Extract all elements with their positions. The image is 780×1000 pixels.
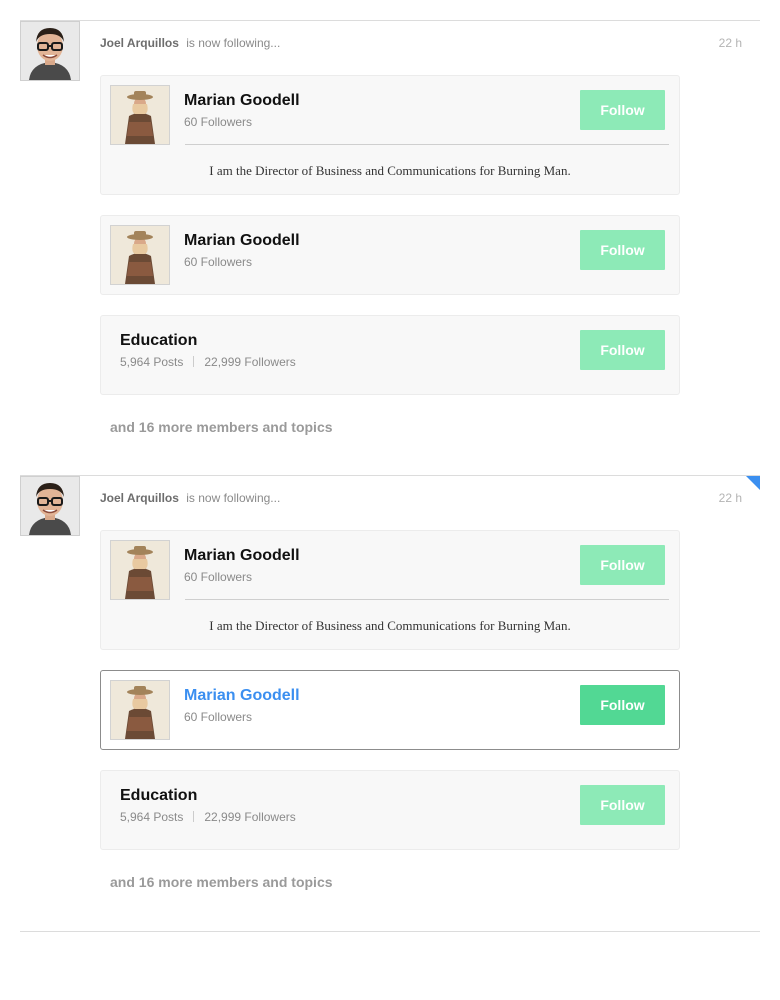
member-card-hovered[interactable]: Marian Goodell 60 Followers Follow: [100, 670, 680, 750]
member-photo-icon[interactable]: [110, 680, 170, 740]
follower-count: 60 Followers: [184, 570, 253, 584]
topic-stats: 5,964 Posts 22,999 Followers: [120, 355, 296, 369]
member-card-with-bio: Marian Goodell 60 Followers Follow I am …: [100, 530, 680, 650]
follow-button[interactable]: Follow: [580, 90, 665, 130]
follower-count: 22,999 Followers: [204, 355, 296, 369]
follow-button[interactable]: Follow: [580, 785, 665, 825]
story-header: Joel Arquillos is now following...: [100, 36, 280, 50]
member-bio: I am the Director of Business and Commun…: [209, 618, 571, 633]
topic-name-link[interactable]: Education: [120, 787, 197, 805]
actor-avatar-icon[interactable]: [20, 21, 80, 81]
follow-button[interactable]: Follow: [580, 230, 665, 270]
member-photo-icon[interactable]: [110, 85, 170, 145]
follow-button[interactable]: Follow: [580, 545, 665, 585]
timestamp: 22 h: [718, 36, 742, 50]
member-photo-icon[interactable]: [110, 540, 170, 600]
story-header: Joel Arquillos is now following...: [100, 491, 280, 505]
topic-card: Education 5,964 Posts 22,999 Followers Fo…: [100, 315, 680, 395]
follow-button[interactable]: Follow: [580, 685, 665, 725]
topic-stats: 5,964 Posts 22,999 Followers: [120, 810, 296, 824]
stats-separator: [193, 811, 195, 822]
member-photo-icon[interactable]: [110, 225, 170, 285]
corner-flag-icon: [746, 476, 760, 490]
card-divider: [185, 144, 669, 145]
follow-button[interactable]: Follow: [580, 330, 665, 370]
feed: Joel Arquillos is now following... 22 h …: [0, 0, 780, 1000]
stats-separator: [193, 356, 195, 367]
member-name-link[interactable]: Marian Goodell: [184, 232, 300, 250]
actor-avatar-icon[interactable]: [20, 476, 80, 536]
action-text: is now following...: [186, 36, 281, 50]
more-members-link[interactable]: and 16 more members and topics: [110, 874, 333, 890]
timestamp: 22 h: [718, 491, 742, 505]
member-bio: I am the Director of Business and Commun…: [209, 163, 571, 178]
card-divider: [185, 599, 669, 600]
more-members-link[interactable]: and 16 more members and topics: [110, 419, 333, 435]
post-count: 5,964 Posts: [120, 810, 184, 824]
member-name-link[interactable]: Marian Goodell: [184, 92, 300, 110]
follower-count: 60 Followers: [184, 115, 253, 129]
feed-story: Joel Arquillos is now following... 22 h …: [20, 475, 760, 932]
follower-count: 60 Followers: [184, 710, 253, 724]
member-card-with-bio: Marian Goodell 60 Followers Follow I am …: [100, 75, 680, 195]
actor-name-link[interactable]: Joel Arquillos: [100, 491, 179, 505]
action-text: is now following...: [186, 491, 281, 505]
follower-count: 60 Followers: [184, 255, 253, 269]
post-count: 5,964 Posts: [120, 355, 184, 369]
topic-name-link[interactable]: Education: [120, 332, 197, 350]
member-name-link[interactable]: Marian Goodell: [184, 687, 300, 705]
actor-name-link[interactable]: Joel Arquillos: [100, 36, 179, 50]
feed-story: Joel Arquillos is now following... 22 h …: [20, 20, 760, 476]
member-card: Marian Goodell 60 Followers Follow: [100, 215, 680, 295]
member-name-link[interactable]: Marian Goodell: [184, 547, 300, 565]
follower-count: 22,999 Followers: [204, 810, 296, 824]
topic-card: Education 5,964 Posts 22,999 Followers Fo…: [100, 770, 680, 850]
